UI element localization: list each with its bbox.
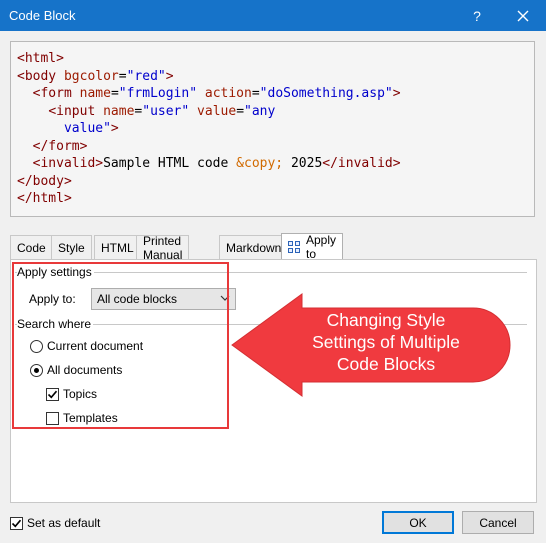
code-token: </body> [17,173,72,189]
code-token: = [251,86,260,101]
ok-button[interactable]: OK [382,511,454,534]
checkmark-icon [11,519,22,527]
code-token: > [392,86,401,101]
code-line: <form name="frmLogin" action="doSomethin… [17,85,534,103]
tab-markdown[interactable]: Markdown [219,235,289,259]
code-token: value" [17,121,111,136]
code-token: value [189,103,237,119]
code-token: > [165,68,174,84]
code-token: Sample HTML code [103,156,237,171]
code-token: name [95,103,135,119]
tab-code[interactable]: Code [10,235,53,259]
code-line: </html> [17,190,534,208]
code-token: "any [244,103,276,119]
code-token: <invalid> [32,156,104,171]
set-as-default-checkbox[interactable]: Set as default [10,516,100,530]
code-token: name [71,86,111,101]
code-token: </html> [17,191,72,206]
code-token: <form [32,86,72,101]
cancel-button[interactable]: Cancel [462,511,534,534]
tab-style[interactable]: Style [51,235,92,259]
grid-icon [288,241,300,253]
code-token: &copy; [236,156,284,171]
code-token: 2025 [283,156,323,171]
window-title: Code Block [9,8,76,23]
close-icon [517,10,529,21]
code-token: = [236,103,245,119]
code-token: bgcolor [56,68,119,84]
callout-text: Changing Style Settings of Multiple Code… [312,310,460,374]
code-token: <input [48,103,96,119]
code-token: = [118,68,127,84]
code-token: </form> [32,138,88,154]
code-token: = [110,86,119,101]
code-token: "frmLogin" [118,86,198,101]
title-bar: Code Block ? [0,0,546,31]
code-token: "doSomething.asp" [259,86,393,101]
code-line: <html> [17,50,534,68]
code-token: </invalid> [322,156,401,171]
tab-printed-manual[interactable]: Printed Manual [136,234,190,262]
highlight-frame [12,262,229,429]
tab-apply-to[interactable]: Apply to [281,233,344,261]
code-line: <body bgcolor="red"> [17,68,534,86]
code-token: "user" [142,103,190,119]
help-button[interactable]: ? [460,0,494,31]
code-line: </form> [17,138,534,156]
code-token: > [110,121,119,136]
code-token: <body [17,68,57,84]
code-line: value"> [17,120,534,138]
code-line: <input name="user" value="any [17,103,534,121]
close-button[interactable] [506,0,540,31]
checkbox-box [10,516,23,530]
code-token: "red" [126,68,166,84]
tab-html[interactable]: HTML [94,235,141,259]
code-token: <html> [17,51,64,66]
code-token: action [197,86,252,101]
code-preview[interactable]: <html> <body bgcolor="red"> <form name="f… [10,41,535,217]
code-line: </body> [17,173,534,191]
code-line: <invalid>Sample HTML code &copy; 2025</i… [17,155,534,173]
